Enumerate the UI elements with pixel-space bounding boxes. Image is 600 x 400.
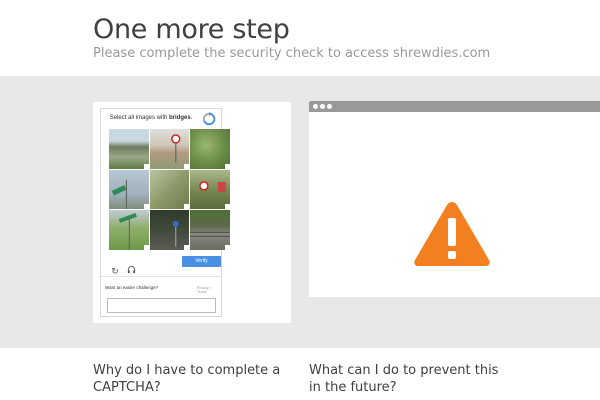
captcha-tile[interactable]: [190, 210, 230, 250]
captcha-tile[interactable]: [149, 129, 190, 169]
window-dot: [327, 104, 332, 109]
page-subtitle: Please complete the security check to ac…: [93, 46, 491, 61]
captcha-tools: ↻: [110, 259, 142, 277]
browser-illustration: [309, 101, 600, 297]
captcha-tile[interactable]: [190, 169, 230, 210]
faq-question-prevent: What can I do to prevent this in the fut…: [309, 363, 499, 395]
header: One more step Please complete the securi…: [0, 0, 600, 76]
captcha-tile[interactable]: [149, 169, 190, 210]
captcha-response-input[interactable]: [107, 298, 216, 313]
browser-body: [309, 123, 600, 297]
window-dot: [313, 104, 318, 109]
page-title: One more step: [93, 14, 290, 45]
captcha-tile[interactable]: [190, 129, 230, 169]
captcha-tile[interactable]: [109, 129, 149, 169]
captcha-instruction: Select all images with bridges.: [101, 115, 201, 121]
captcha-divider: [101, 276, 221, 277]
captcha-card: Select all images with bridges. ↻ Verify…: [93, 102, 291, 323]
browser-toolbar: [309, 101, 600, 112]
warning-triangle-icon: [414, 202, 490, 266]
privacy-terms-link[interactable]: Privacy • Terms: [197, 286, 221, 294]
captcha-challenge: Select all images with bridges. ↻ Verify…: [100, 108, 230, 317]
captcha-tile[interactable]: [149, 210, 190, 250]
captcha-image-grid: [109, 129, 230, 250]
instruction-prefix: Select all images with: [109, 115, 168, 121]
recaptcha-icon: [202, 112, 216, 126]
verify-button[interactable]: Verify: [182, 256, 221, 267]
instruction-suffix: .: [190, 115, 193, 121]
faq-question-why-captcha: Why do I have to complete a CAPTCHA?: [93, 363, 281, 395]
captcha-tile[interactable]: [109, 169, 149, 210]
captcha-tile[interactable]: [109, 210, 149, 250]
headphones-icon[interactable]: [126, 265, 136, 275]
easier-challenge-link[interactable]: Want an easier challenge?: [105, 285, 158, 290]
window-dot: [320, 104, 325, 109]
instruction-target: bridges: [169, 115, 191, 121]
